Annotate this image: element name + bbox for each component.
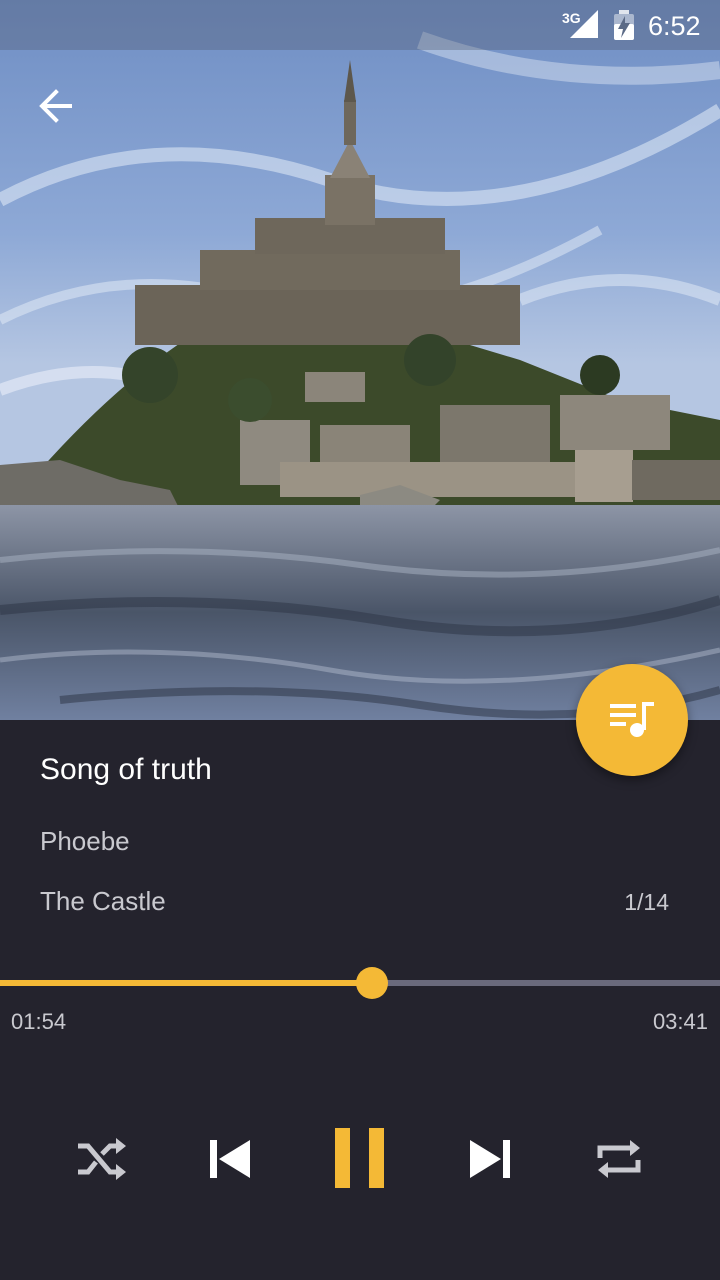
track-album: The Castle [40, 886, 166, 916]
pause-button[interactable] [329, 1128, 391, 1190]
repeat-icon [597, 1140, 641, 1178]
track-artist: Phoebe [40, 826, 130, 856]
repeat-button[interactable] [588, 1128, 650, 1190]
elapsed-time: 01:54 [11, 1009, 67, 1034]
seek-bar-thumb[interactable] [355, 967, 388, 999]
next-button[interactable] [458, 1128, 520, 1190]
queue-position: 1/14 [624, 889, 669, 915]
shuffle-button[interactable] [70, 1128, 132, 1190]
clock: 6:52 [648, 11, 701, 41]
seek-bar-progress [0, 980, 372, 986]
back-button[interactable] [30, 80, 82, 132]
skip-next-icon [470, 1140, 510, 1178]
skip-previous-icon [210, 1140, 250, 1178]
pause-icon [335, 1128, 384, 1188]
playlist-music-icon [610, 702, 654, 737]
album-art [0, 0, 720, 720]
total-time: 03:41 [652, 1009, 708, 1034]
arrow-left-icon [39, 89, 72, 123]
previous-button[interactable] [200, 1128, 262, 1190]
cell-signal-icon [570, 10, 598, 38]
album-art-image [0, 0, 720, 720]
status-bar: 3G 6:52 [0, 0, 720, 50]
shuffle-icon [78, 1138, 126, 1180]
battery-charging-icon [614, 10, 634, 40]
playlist-button[interactable] [576, 664, 688, 776]
track-title: Song of truth [40, 753, 212, 786]
